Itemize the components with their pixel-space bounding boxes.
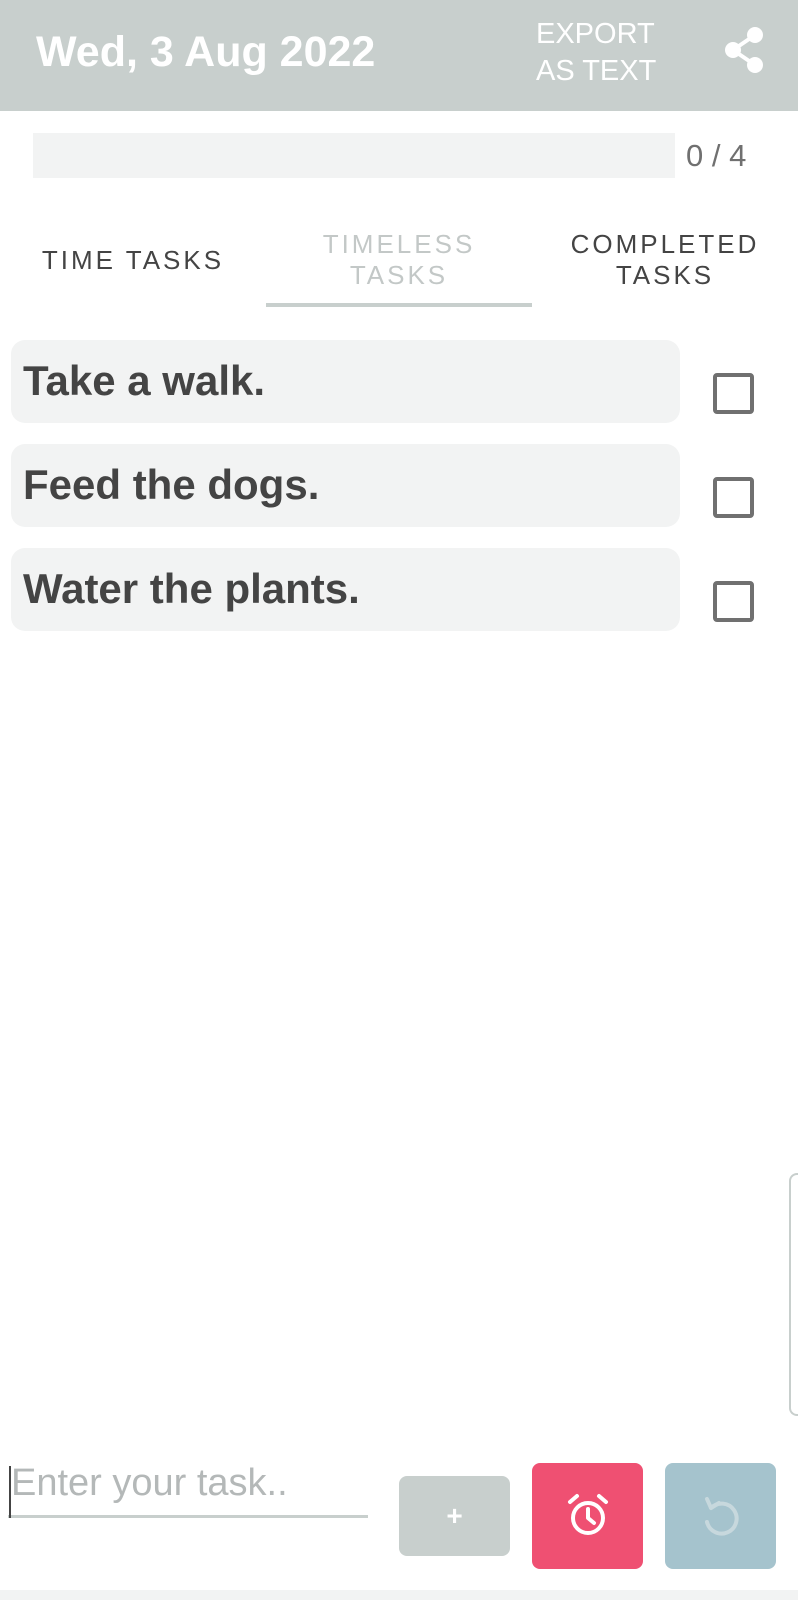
date-title: Wed, 3 Aug 2022 xyxy=(36,28,376,76)
share-icon xyxy=(725,27,763,73)
tab-time-tasks[interactable]: TIME TASKS xyxy=(0,210,266,310)
add-task-button[interactable]: + xyxy=(399,1476,510,1556)
share-button[interactable] xyxy=(718,24,770,76)
tab-completed-tasks[interactable]: COMPLETED TASKS xyxy=(532,210,798,310)
task-tabs: TIME TASKS TIMELESS TASKS COMPLETED TASKS xyxy=(0,210,798,310)
progress-count: 0 / 4 xyxy=(686,138,747,173)
task-checkbox[interactable] xyxy=(713,477,754,518)
text-caret xyxy=(9,1466,11,1518)
undo-icon xyxy=(704,1497,739,1536)
tab-timeless-tasks[interactable]: TIMELESS TASKS xyxy=(266,210,532,310)
task-card[interactable]: Water the plants. xyxy=(11,548,680,631)
app-bar: Wed, 3 Aug 2022 EXPORT AS TEXT xyxy=(0,0,798,111)
task-input[interactable] xyxy=(8,1458,368,1518)
alarm-icon xyxy=(567,1494,608,1535)
task-list: Take a walk. Feed the dogs. Water the pl… xyxy=(0,340,798,652)
task-card[interactable]: Feed the dogs. xyxy=(11,444,680,527)
list-item: Feed the dogs. xyxy=(0,444,798,548)
task-text: Take a walk. xyxy=(23,357,266,404)
list-item: Take a walk. xyxy=(0,340,798,444)
edge-panel-handle[interactable] xyxy=(789,1173,798,1416)
set-alarm-button[interactable] xyxy=(532,1463,643,1569)
navigation-bar-area xyxy=(0,1590,798,1600)
active-tab-indicator xyxy=(266,303,532,307)
export-as-text-button[interactable]: EXPORT AS TEXT xyxy=(536,16,676,90)
task-text: Water the plants. xyxy=(23,565,360,612)
task-card[interactable]: Take a walk. xyxy=(11,340,680,423)
task-checkbox[interactable] xyxy=(713,373,754,414)
progress-bar xyxy=(33,133,675,178)
list-item: Water the plants. xyxy=(0,548,798,652)
task-text: Feed the dogs. xyxy=(23,461,320,508)
undo-button[interactable] xyxy=(665,1463,776,1569)
task-checkbox[interactable] xyxy=(713,581,754,622)
